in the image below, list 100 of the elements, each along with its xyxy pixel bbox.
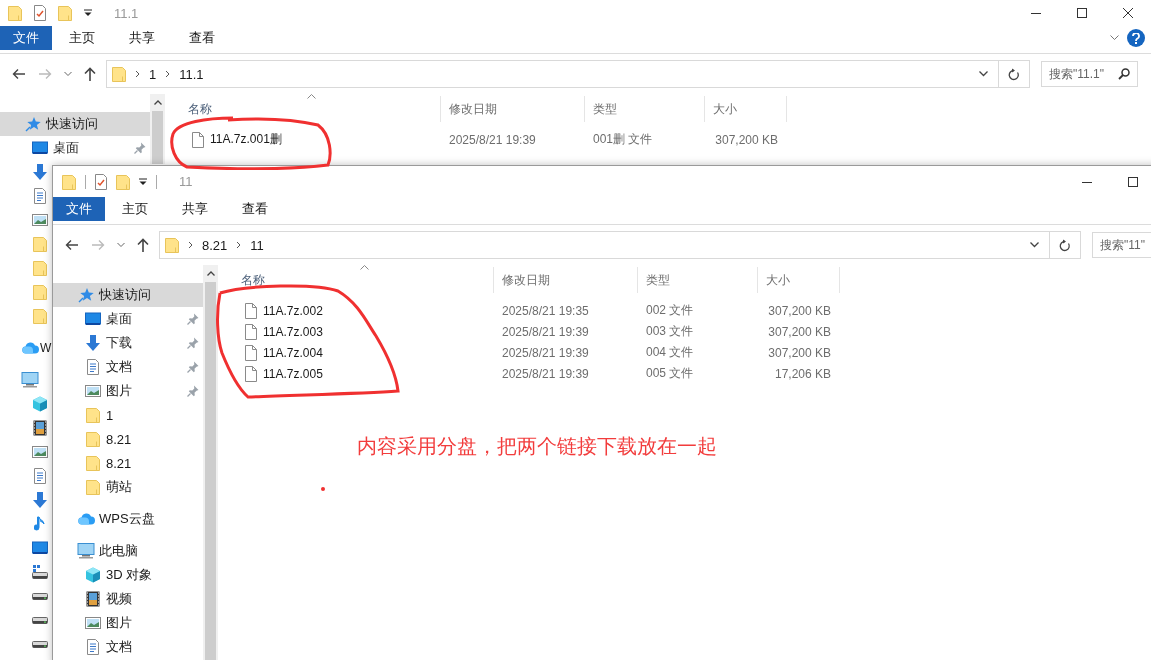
column-header[interactable]: 类型 [638,267,758,293]
up-arrow-icon [137,238,149,252]
ribbon-tab[interactable]: 主页 [52,26,112,50]
breadcrumb[interactable]: 11.1 [179,66,204,82]
breadcrumb[interactable]: 1 [149,66,157,82]
nav-item[interactable]: 图片 [53,379,203,403]
column-header[interactable]: 大小 [758,267,840,293]
ribbon-tab[interactable]: 共享 [165,197,225,221]
drive-icon [32,565,48,579]
chevron-right-icon [135,70,140,78]
download-icon [32,492,48,508]
ribbon-tab[interactable]: 共享 [112,26,172,50]
cloud-icon [21,342,39,354]
nav-item[interactable]: 快速访问 [0,112,150,136]
nav-item[interactable]: W [22,336,52,360]
table-cell-text: 2025/8/21 19:39 [448,132,537,147]
cube-icon [32,396,48,412]
scroll-up-icon [153,100,162,105]
table-cell-text: 2025/8/21 19:39 [501,324,590,339]
pin-icon [187,361,199,373]
file-name[interactable]: 11A.7z.002 [263,303,323,318]
pin-icon [187,385,199,397]
address-bar[interactable]: 1 11.1 [106,60,1030,88]
search-field[interactable]: 搜索"11" [1092,232,1151,258]
chevron-right-icon [165,70,171,78]
table-cell-text: 005 文件 [645,365,695,382]
folder-icon [33,308,47,324]
address-bar[interactable]: 8.21 11 [159,231,1081,259]
nav-item[interactable]: 8.21 [53,451,203,475]
document-icon [86,359,100,375]
breadcrumb[interactable]: 11 [250,237,264,253]
picture-icon [85,384,101,398]
customize-dropdown-icon [139,177,147,186]
table-cell-text: 307,200 KB [714,132,779,147]
file-name[interactable]: 11A.7z.003 [263,324,323,339]
column-header[interactable]: 大小 [705,96,787,122]
breadcrumb[interactable]: 8.21 [202,237,228,253]
folder-icon [112,66,126,82]
nav-item[interactable]: 3D 对象 [53,563,203,587]
folder-icon [86,479,100,495]
chevron-down-icon [1030,242,1039,248]
cloud-icon [77,513,95,525]
search-icon [1118,68,1130,80]
nav-item[interactable]: WPS云盘 [53,507,203,531]
nav-item[interactable]: 萌站 [53,475,203,499]
chevron-down-icon [64,71,72,77]
nav-item[interactable]: 此电脑 [53,539,203,563]
nav-item[interactable]: 8.21 [53,427,203,451]
ribbon-tab[interactable]: 查看 [172,26,232,50]
film-icon [33,420,47,436]
desktop-icon [32,141,48,155]
nav-item[interactable]: 桌面 [53,307,203,331]
computer-icon [21,372,39,388]
scroll-thumb[interactable] [205,282,216,660]
nav-item[interactable]: 视频 [53,587,203,611]
nav-item[interactable]: 桌面 [0,136,150,160]
table-cell-text: 2025/8/21 19:39 [501,366,590,381]
download-icon [85,335,101,351]
search-field[interactable]: 搜索"11.1" [1041,61,1138,87]
close-icon [1123,8,1133,18]
pin-icon [187,313,199,325]
file-menu[interactable]: 文件 [0,26,52,50]
nav-item[interactable]: 文档 [53,635,203,659]
file-menu[interactable]: 文件 [53,197,105,221]
customize-dropdown-icon [84,9,92,17]
nav-item[interactable]: 图片 [53,611,203,635]
scrollbar-track[interactable] [203,265,218,660]
nav-item[interactable]: 快速访问 [53,283,203,307]
file-name[interactable]: 11A.7z.001删 [210,131,282,148]
column-header[interactable]: 类型 [585,96,705,122]
nav-item[interactable]: 1 [53,403,203,427]
download-icon [32,164,48,180]
column-header[interactable]: 名称 [218,267,494,293]
window-title: 11 [179,174,193,189]
file-icon [192,131,204,148]
column-header[interactable]: 名称 [165,96,441,122]
checklist-icon [95,173,107,190]
file-name[interactable]: 11A.7z.004 [263,345,323,360]
ribbon-tab[interactable]: 查看 [225,197,285,221]
drive-icon [32,616,48,624]
column-header[interactable]: 修改日期 [494,267,638,293]
help-button[interactable] [1127,29,1145,47]
picture-icon [32,445,48,459]
ribbon-tab[interactable]: 主页 [105,197,165,221]
computer-icon [77,543,95,559]
scrollbar-track[interactable] [150,94,165,164]
file-name[interactable]: 11A.7z.005 [263,366,323,381]
document-icon [86,639,100,655]
scroll-thumb[interactable] [152,111,163,164]
sort-caret-icon [307,94,316,99]
nav-item[interactable]: 下载 [53,331,203,355]
column-header[interactable]: 修改日期 [441,96,585,122]
forward-arrow-icon [91,239,105,251]
table-cell-text: 003 文件 [645,323,695,340]
picture-icon [85,616,101,630]
file-icon [245,302,257,319]
refresh-icon [1059,238,1071,252]
music-note-icon [34,516,46,532]
nav-item[interactable]: 文档 [53,355,203,379]
cube-icon [85,567,101,583]
